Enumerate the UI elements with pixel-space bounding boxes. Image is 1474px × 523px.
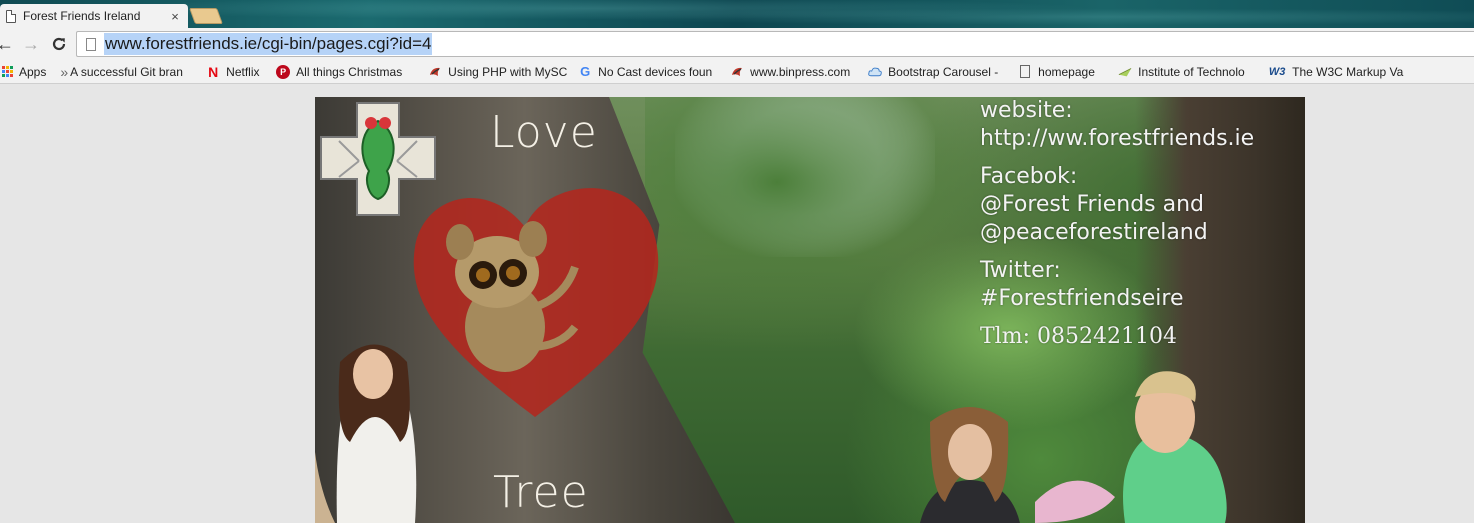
info-twitter-handle: #Forestfriendseire bbox=[980, 286, 1184, 311]
bookmark-christmas[interactable]: P All things Christmas bbox=[276, 61, 416, 83]
page-icon bbox=[6, 9, 16, 23]
bookmarks-overflow-icon[interactable]: » bbox=[60, 64, 68, 80]
reload-icon[interactable] bbox=[48, 33, 70, 55]
info-facebook-handle-1: @Forest Friends and bbox=[980, 192, 1205, 217]
bookmark-label: Using PHP with MySC bbox=[448, 64, 568, 79]
bookmarks-bar: Apps » A successful Git bran N Netflix P… bbox=[0, 60, 1474, 84]
tarsier-image bbox=[446, 221, 579, 372]
bookmark-label: Bootstrap Carousel - bbox=[888, 64, 999, 79]
tab-forest-friends[interactable]: Forest Friends Ireland × bbox=[0, 4, 188, 28]
boy-right-image bbox=[1035, 371, 1227, 523]
bookmark-bootstrap-carousel[interactable]: Bootstrap Carousel - bbox=[868, 61, 1006, 83]
info-twitter-label: Twitter: bbox=[980, 258, 1061, 283]
binpress-icon bbox=[730, 65, 744, 79]
bookmark-git-branching[interactable]: A successful Git bran bbox=[70, 61, 194, 83]
close-tab-icon[interactable]: × bbox=[166, 9, 184, 24]
address-bar[interactable]: www.forestfriends.ie/cgi-bin/pages.cgi?i… bbox=[76, 31, 1474, 57]
poster-contact-info: website: http://ww.forestfriends.ie Face… bbox=[980, 97, 1254, 351]
forward-arrow-icon[interactable]: → bbox=[20, 33, 42, 55]
love-tree-poster: Love Tree website: http://ww.forestfrien… bbox=[315, 97, 1305, 523]
bookmark-label: All things Christmas bbox=[296, 64, 403, 79]
tab-title: Forest Friends Ireland bbox=[23, 9, 141, 23]
bookmark-homepage[interactable]: homepage bbox=[1020, 61, 1106, 83]
bookmark-label: Apps bbox=[19, 64, 47, 79]
binpress-icon bbox=[428, 65, 442, 79]
cloud-icon bbox=[868, 65, 882, 79]
bookmark-apps[interactable]: Apps bbox=[2, 61, 46, 83]
poster-word-tree: Tree bbox=[493, 467, 589, 518]
pinterest-icon: P bbox=[276, 64, 291, 79]
info-phone: Tlm: 0852421104 bbox=[980, 324, 1177, 349]
page-icon bbox=[1020, 65, 1031, 78]
page-info-icon[interactable] bbox=[86, 37, 96, 51]
bookmark-label: No Cast devices foun bbox=[598, 64, 713, 79]
bookmark-label: homepage bbox=[1038, 64, 1095, 79]
bookmark-label: Institute of Technolo bbox=[1138, 64, 1245, 79]
info-website-label: website: bbox=[980, 98, 1073, 123]
page-content: Love Tree website: http://ww.forestfrien… bbox=[0, 85, 1474, 523]
bookmark-label: The W3C Markup Val bbox=[1292, 64, 1405, 79]
reload-glyph bbox=[52, 37, 66, 51]
ittralee-icon bbox=[1118, 65, 1132, 79]
google-icon: G bbox=[580, 64, 591, 79]
bookmark-label: Netflix bbox=[226, 64, 260, 79]
bookmark-label: A successful Git bran bbox=[70, 64, 183, 79]
girl-left-image bbox=[315, 344, 417, 523]
poster-word-love: Love bbox=[490, 107, 598, 158]
w3c-icon: W3 bbox=[1268, 65, 1286, 78]
bookmark-institute-tech[interactable]: Institute of Technolo bbox=[1118, 61, 1258, 83]
bookmark-php-mysql[interactable]: Using PHP with MySC bbox=[428, 61, 570, 83]
bookmark-w3c-validator[interactable]: W3 The W3C Markup Val bbox=[1268, 61, 1404, 83]
info-website-url: http://ww.forestfriends.ie bbox=[980, 126, 1255, 151]
forest-friends-logo bbox=[320, 102, 436, 216]
bookmark-binpress[interactable]: www.binpress.com bbox=[730, 61, 858, 83]
info-facebook-label: Facebok: bbox=[980, 164, 1078, 189]
girl-center-image bbox=[920, 407, 1020, 523]
bookmark-netflix[interactable]: N Netflix bbox=[206, 61, 274, 83]
apps-grid-icon bbox=[2, 66, 13, 77]
netflix-icon: N bbox=[208, 63, 219, 80]
new-tab-button[interactable] bbox=[189, 8, 223, 24]
info-facebook-handle-2: @peaceforestireland bbox=[980, 220, 1208, 245]
bookmark-label: www.binpress.com bbox=[750, 64, 851, 79]
browser-toolbar: ← → www.forestfriends.ie/cgi-bin/pages.c… bbox=[0, 28, 1474, 60]
url-text[interactable]: www.forestfriends.ie/cgi-bin/pages.cgi?i… bbox=[104, 33, 433, 55]
back-arrow-icon[interactable]: ← bbox=[0, 33, 16, 55]
bookmark-no-cast[interactable]: G No Cast devices foun bbox=[578, 61, 720, 83]
tab-strip: Forest Friends Ireland × bbox=[0, 0, 1474, 28]
